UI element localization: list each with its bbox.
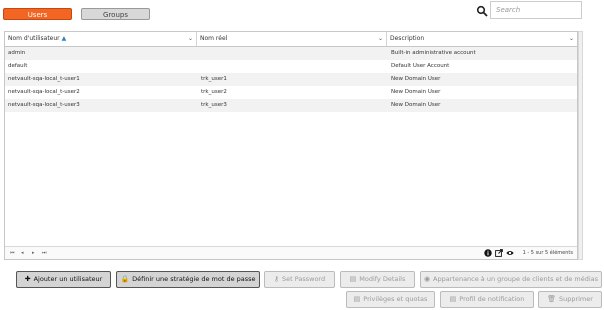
chevron-down-icon[interactable]: ⌄ [569, 32, 574, 46]
column-header-real-name[interactable]: Nom réel ⌄ [197, 32, 387, 46]
cell-username: netvault-sqa-local_t-user1 [8, 76, 80, 82]
password-policy-button[interactable]: 🔒 Définir une stratégie de mot de passe [116, 271, 260, 288]
column-label-description: Description [390, 35, 425, 42]
table-row[interactable]: default Default User Account [5, 60, 577, 73]
column-header-description[interactable]: Description ⌄ [387, 32, 577, 46]
privileges-button[interactable]: ▤ Privilèges et quotas [346, 291, 435, 308]
document-icon: ▤ [349, 275, 357, 283]
cell-description: New Domain User [391, 89, 441, 95]
group-membership-label: Appartenance à un groupe de clients et d… [433, 275, 599, 283]
modify-details-button[interactable]: ▤ Modify Details [340, 271, 415, 288]
privileges-label: Privilèges et quotas [363, 295, 428, 303]
eye-icon: ◉ [423, 275, 431, 283]
cell-username: netvault-sqa-local_t-user2 [8, 89, 80, 95]
last-page-icon[interactable]: ⏭ [42, 247, 47, 259]
column-label-username: Nom d'utilisateur [8, 35, 60, 42]
modify-details-label: Modify Details [359, 275, 406, 283]
cell-description: New Domain User [391, 76, 441, 82]
add-user-button[interactable]: ✚ Ajouter un utilisateur [16, 271, 111, 288]
next-page-icon[interactable]: ▸ [32, 247, 35, 259]
add-user-label: Ajouter un utilisateur [33, 275, 103, 283]
users-tab[interactable]: Users [3, 8, 72, 20]
cell-username: default [8, 63, 28, 69]
cell-description: Built-in administrative account [391, 50, 476, 56]
set-password-button[interactable]: ⚷ Set Password [264, 271, 335, 288]
external-link-icon[interactable] [495, 249, 503, 257]
chevron-down-icon[interactable]: ⌄ [378, 32, 383, 46]
previous-page-icon[interactable]: ◂ [21, 247, 24, 259]
eye-icon[interactable] [506, 249, 514, 257]
groups-tab[interactable]: Groups [81, 8, 150, 20]
cell-description: Default User Account [391, 63, 450, 69]
notification-profile-button[interactable]: ▤ Profil de notification [440, 291, 534, 308]
cell-username: admin [8, 50, 26, 56]
password-policy-label: Définir une stratégie de mot de passe [132, 275, 256, 283]
cell-real-name: trk_user2 [201, 89, 227, 95]
search-icon[interactable] [476, 5, 488, 17]
chevron-down-icon[interactable]: ⌄ [188, 32, 193, 46]
column-label-real-name: Nom réel [200, 35, 228, 42]
table-row[interactable]: netvault-sqa-local_t-user1 trk_user1 New… [5, 73, 577, 86]
lock-icon: 🔒 [120, 275, 130, 283]
cell-real-name: trk_user1 [201, 76, 227, 82]
pager-summary: 1 - 5 sur 5 éléments [522, 250, 573, 256]
sort-ascending-icon: ▲ [61, 35, 67, 42]
document-icon: ▤ [353, 295, 361, 303]
delete-label: Supprimer [558, 295, 593, 303]
key-icon: ⚷ [273, 275, 280, 283]
group-membership-button[interactable]: ◉ Appartenance à un groupe de clients et … [420, 271, 602, 288]
plus-icon: ✚ [24, 275, 31, 283]
search-input[interactable] [490, 1, 582, 19]
users-grid: Nom d'utilisateur ▲ ⌄ Nom réel ⌄ Descrip… [4, 31, 578, 260]
document-icon: ▤ [449, 295, 457, 303]
column-header-username[interactable]: Nom d'utilisateur ▲ ⌄ [5, 32, 197, 46]
cell-description: New Domain User [391, 102, 441, 108]
delete-button[interactable]: 🗑 Supprimer [538, 291, 602, 308]
cell-real-name: trk_user3 [201, 102, 227, 108]
grid-footer: ⏮ ◂ ▸ ⏭ 1 - 5 sur 5 éléments [5, 246, 577, 259]
grid-header: Nom d'utilisateur ▲ ⌄ Nom réel ⌄ Descrip… [5, 32, 577, 47]
first-page-icon[interactable]: ⏮ [10, 247, 15, 259]
table-row[interactable]: admin Built-in administrative account [5, 47, 577, 60]
notification-profile-label: Profil de notification [459, 295, 525, 303]
table-row[interactable]: netvault-sqa-local_t-user3 trk_user3 New… [5, 99, 577, 112]
trash-icon: 🗑 [547, 295, 556, 303]
vertical-scrollbar[interactable] [578, 31, 583, 260]
table-row[interactable]: netvault-sqa-local_t-user2 trk_user2 New… [5, 86, 577, 99]
info-icon[interactable] [484, 249, 492, 257]
cell-username: netvault-sqa-local_t-user3 [8, 102, 80, 108]
set-password-label: Set Password [282, 275, 326, 283]
